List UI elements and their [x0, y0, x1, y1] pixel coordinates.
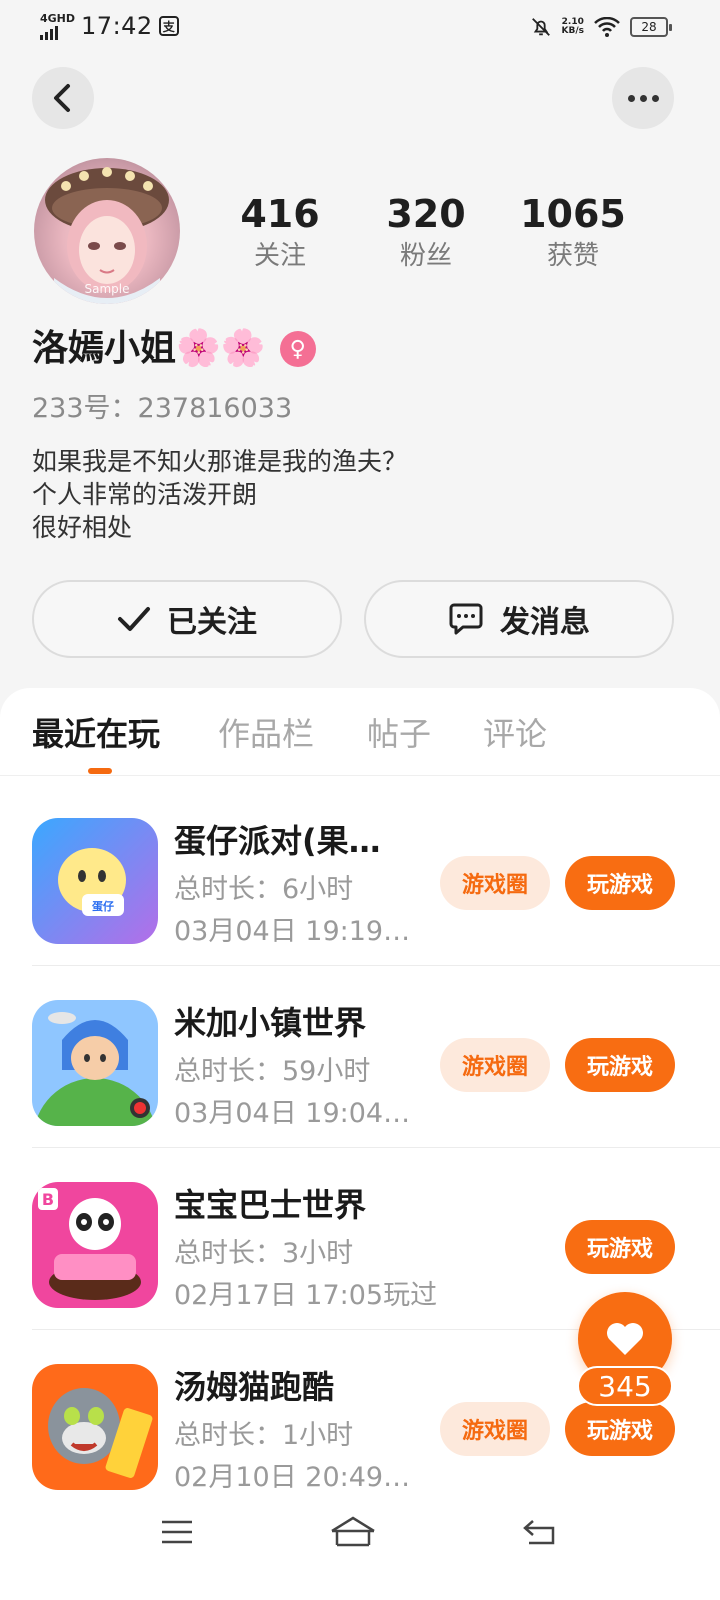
battery-icon: 28	[630, 17, 672, 37]
like-count: 345	[577, 1366, 673, 1406]
game-icon-babybus-world[interactable]: B	[32, 1182, 158, 1308]
game-duration: 总时长：59小时	[174, 1056, 371, 1087]
avatar[interactable]: Sample	[34, 158, 180, 304]
username: 洛嫣小姐🌸🌸	[32, 328, 266, 369]
return-icon	[523, 1520, 555, 1545]
tab-works[interactable]: 作品栏	[218, 712, 314, 756]
stat-value: 416	[240, 192, 320, 236]
game-title: 蛋仔派对(果…	[174, 822, 381, 860]
content-card: 最近在玩 作品栏 帖子 评论 蛋仔 蛋仔派对(果… 总时长：6小时 03月04日…	[0, 688, 720, 1600]
clock: 17:42	[81, 12, 153, 40]
stat-likes[interactable]: 1065 获赞	[508, 192, 638, 274]
bio-line: 个人非常的活泼开朗	[32, 480, 258, 509]
username-row: 洛嫣小姐🌸🌸 ♀	[32, 325, 316, 373]
followed-button[interactable]: 已关注	[32, 580, 342, 658]
game-title: 米加小镇世界	[174, 1004, 367, 1042]
game-duration: 总时长：6小时	[174, 874, 354, 905]
avatar-watermark: Sample	[84, 282, 130, 296]
chevron-left-icon	[54, 84, 70, 112]
status-bar: 4GHD 17:42 支 2.10 KB/s 28	[0, 0, 720, 56]
female-gender-icon: ♀	[279, 331, 316, 367]
bio: 如果我是不知火那谁是我的渔夫？ 个人非常的活泼开朗 很好相处	[32, 445, 407, 544]
game-circle-button[interactable]: 游戏圈	[440, 856, 550, 910]
play-game-button[interactable]: 玩游戏	[565, 1038, 675, 1092]
stat-value: 1065	[520, 192, 626, 236]
game-item[interactable]: 米加小镇世界 总时长：59小时 03月04日 19:04… 游戏圈 玩游戏	[0, 966, 720, 1148]
game-title: 汤姆猫跑酷	[174, 1368, 335, 1406]
status-right: 2.10 KB/s 28	[530, 16, 672, 38]
play-game-button[interactable]: 玩游戏	[565, 1402, 675, 1456]
wifi-icon	[594, 17, 620, 37]
svg-text:B: B	[42, 1190, 54, 1209]
menu-icon	[162, 1520, 192, 1544]
stat-label: 获赞	[546, 241, 599, 271]
svg-text:蛋仔: 蛋仔	[92, 899, 114, 913]
system-nav-bar	[0, 1490, 720, 1600]
game-title: 宝宝巴士世界	[174, 1186, 367, 1224]
bio-line: 如果我是不知火那谁是我的渔夫？	[32, 447, 408, 476]
game-icon-eggy-party[interactable]: 蛋仔	[32, 818, 158, 944]
battery-level: 28	[641, 20, 657, 34]
stat-label: 粉丝	[399, 241, 452, 271]
back-button[interactable]	[32, 67, 94, 129]
more-button[interactable]	[612, 67, 674, 129]
game-icon-talking-tom-run[interactable]	[32, 1364, 158, 1490]
tab-bar: 最近在玩 作品栏 帖子 评论	[0, 688, 720, 776]
profile-stats: 416 关注 320 粉丝 1065 获赞	[220, 192, 660, 282]
home-button[interactable]	[323, 1512, 383, 1552]
back-nav-button[interactable]	[509, 1512, 569, 1552]
tab-active-indicator	[88, 768, 112, 774]
network-speed: 2.10 KB/s	[562, 18, 584, 36]
mute-bell-icon	[531, 18, 550, 36]
play-game-button[interactable]: 玩游戏	[565, 1220, 675, 1274]
user-id: 233号：237816033	[32, 393, 293, 424]
followed-label: 已关注	[167, 605, 257, 640]
tab-recently-played[interactable]: 最近在玩	[32, 712, 160, 756]
send-message-button[interactable]: 发消息	[364, 580, 674, 658]
signal-group: 4GHD	[40, 13, 75, 40]
heart-icon	[607, 1323, 643, 1355]
play-game-button[interactable]: 玩游戏	[565, 856, 675, 910]
game-circle-button[interactable]: 游戏圈	[440, 1402, 550, 1456]
app-notification-icon: 支	[158, 16, 179, 36]
signal-icon	[40, 24, 58, 40]
speed-unit: KB/s	[561, 26, 584, 36]
game-last-played: 03月04日 19:19…	[174, 916, 411, 947]
send-message-label: 发消息	[500, 605, 590, 640]
stat-following[interactable]: 416 关注	[215, 192, 345, 274]
game-circle-button[interactable]: 游戏圈	[440, 1038, 550, 1092]
status-left: 4GHD 17:42 支	[40, 12, 179, 40]
stat-label: 关注	[253, 241, 306, 271]
tab-posts[interactable]: 帖子	[367, 712, 431, 756]
home-icon	[331, 1516, 375, 1547]
menu-button[interactable]	[147, 1512, 207, 1552]
game-last-played: 02月17日 17:05玩过	[174, 1280, 438, 1311]
game-duration: 总时长：3小时	[174, 1238, 354, 1269]
tab-comments[interactable]: 评论	[483, 712, 547, 756]
more-dots-icon	[627, 94, 659, 102]
game-last-played: 03月04日 19:04…	[174, 1098, 411, 1129]
chat-bubble-icon	[449, 603, 483, 635]
check-icon	[118, 607, 150, 631]
network-type: 4GHD	[40, 11, 76, 25]
game-item[interactable]: 蛋仔 蛋仔派对(果… 总时长：6小时 03月04日 19:19… 游戏圈 玩游戏	[0, 784, 720, 966]
stat-followers[interactable]: 320 粉丝	[361, 192, 491, 274]
stat-value: 320	[386, 192, 466, 236]
game-duration: 总时长：1小时	[174, 1420, 354, 1451]
bio-line: 很好相处	[32, 513, 133, 542]
game-icon-miga-town[interactable]	[32, 1000, 158, 1126]
